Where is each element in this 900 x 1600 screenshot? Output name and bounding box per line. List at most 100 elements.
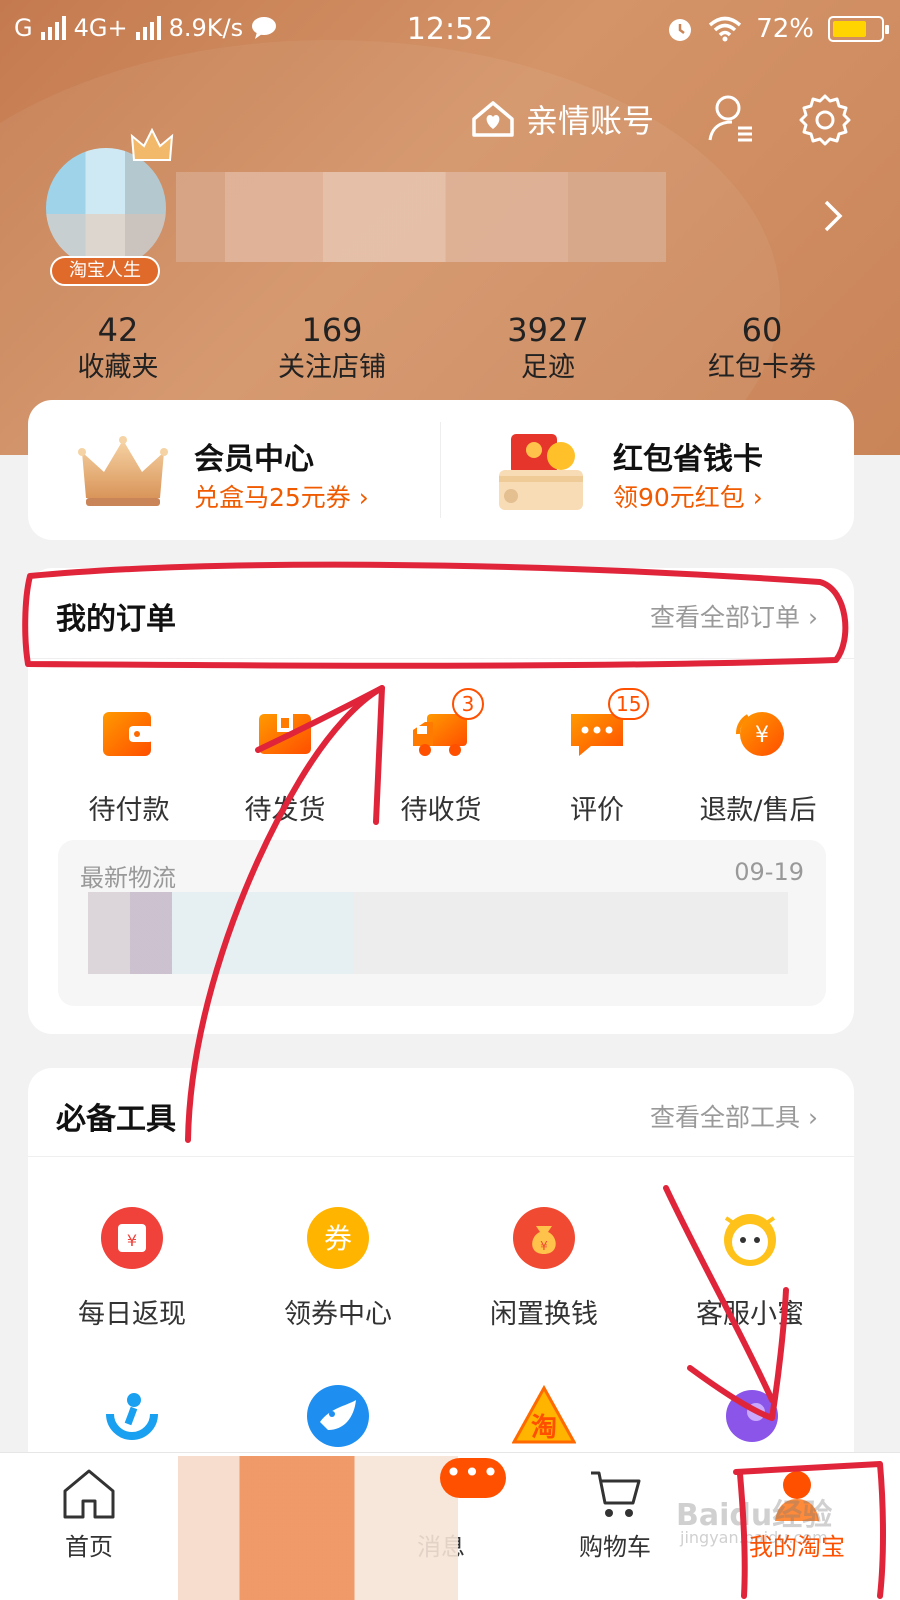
taobao-warning-icon: 淘 <box>512 1384 576 1444</box>
order-label: 待付款 <box>88 795 170 826</box>
stat-label: 收藏夹 <box>77 352 159 383</box>
money-bag-icon: ¥ <box>513 1207 575 1269</box>
order-review[interactable]: 15 评价 <box>522 688 672 826</box>
stat-coupons[interactable]: 60 红包卡券 <box>672 310 852 386</box>
order-label: 退款/售后 <box>699 795 817 826</box>
order-count-badge: 3 <box>452 688 484 720</box>
crown-icon <box>78 436 168 506</box>
tools-title: 必备工具 <box>56 1102 176 1137</box>
crown-icon <box>130 127 174 161</box>
tool-row2-item1[interactable] <box>42 1384 222 1454</box>
logistics-date: 09-19 <box>734 858 804 886</box>
redpack-card-entry[interactable]: 红包省钱卡 领90元红包 › <box>441 400 853 540</box>
orders-title: 我的订单 <box>56 602 176 637</box>
order-pending-shipment[interactable]: 待发货 <box>210 704 360 826</box>
red-envelope-wallet-icon <box>499 434 583 510</box>
view-all-orders-link[interactable]: 查看全部订单 › <box>650 598 818 634</box>
my-orders-card: 我的订单 查看全部订单 › 待付款 待发货 3 待收货 15 评价 ¥ 退款/售… <box>28 568 854 1034</box>
tool-idle-exchange[interactable]: ¥ 闲置换钱 <box>454 1206 634 1330</box>
bird-icon <box>307 1385 369 1447</box>
orders-divider <box>28 658 854 659</box>
family-account-button[interactable]: 亲情账号 <box>470 96 654 142</box>
tool-row2-item2[interactable] <box>248 1384 428 1454</box>
tool-coupon-center[interactable]: 券 领券中心 <box>248 1206 428 1330</box>
robot-assistant-icon <box>724 1214 776 1266</box>
order-label: 评价 <box>570 795 624 826</box>
order-count-badge: 15 <box>608 688 650 720</box>
tool-label: 领券中心 <box>284 1299 392 1330</box>
alarm-icon <box>669 19 692 41</box>
tool-daily-cashback[interactable]: ¥ 每日返现 <box>42 1206 222 1330</box>
stat-label: 足迹 <box>521 352 575 383</box>
wifi-icon <box>709 16 742 42</box>
family-account-label: 亲情账号 <box>526 102 655 140</box>
stat-footprints[interactable]: 3927 足迹 <box>458 310 638 386</box>
member-center-title: 会员中心 <box>194 442 314 477</box>
stat-value: 169 <box>301 311 363 349</box>
stat-value: 42 <box>97 311 139 349</box>
redpack-card-subtitle: 领90元红包 › <box>613 483 763 512</box>
essential-tools-card: 必备工具 查看全部工具 › ¥ 每日返现 券 领券中心 ¥ 闲置换钱 客服小蜜 … <box>28 1068 854 1488</box>
avatar[interactable] <box>46 148 166 268</box>
view-all-tools-link[interactable]: 查看全部工具 › <box>650 1098 818 1134</box>
tool-customer-service[interactable]: 客服小蜜 <box>660 1206 840 1330</box>
tool-label: 每日返现 <box>78 1299 186 1330</box>
username-blurred[interactable] <box>176 172 666 262</box>
tool-label: 闲置换钱 <box>490 1299 598 1330</box>
vip-level-badge[interactable]: 淘宝人生 <box>50 256 160 286</box>
tab-home-label: 首页 <box>65 1533 113 1561</box>
gear-icon <box>799 94 851 146</box>
stat-label: 红包卡券 <box>708 352 816 383</box>
calendar-yuan-icon: ¥ <box>101 1207 163 1269</box>
person-swirl-icon <box>106 1393 158 1440</box>
stat-value: 60 <box>741 311 783 349</box>
package-box-icon <box>259 714 311 754</box>
logistics-title: 最新物流 <box>80 864 176 892</box>
tool-row2-item4[interactable] <box>660 1384 840 1454</box>
order-refund-aftersale[interactable]: ¥ 退款/售后 <box>678 704 838 826</box>
tool-label: 客服小蜜 <box>696 1299 804 1330</box>
home-icon <box>63 1469 115 1519</box>
order-pending-payment[interactable]: 待付款 <box>54 704 204 826</box>
svg-text:¥: ¥ <box>755 723 769 748</box>
svg-text:券: 券 <box>324 1222 352 1255</box>
logistics-detail-blurred <box>88 892 788 974</box>
tool-row2-item3[interactable]: 淘 <box>454 1384 634 1454</box>
user-list-icon <box>708 95 752 142</box>
battery-percent: 72% <box>756 14 814 44</box>
redpack-card-title: 红包省钱卡 <box>613 442 763 477</box>
battery-fill <box>833 21 867 37</box>
message-dots-badge: ••• <box>440 1458 506 1498</box>
latest-logistics-panel[interactable]: 最新物流 09-19 <box>58 840 826 1006</box>
purple-mascot-icon <box>726 1390 778 1442</box>
family-home-icon <box>472 101 514 137</box>
coupon-icon: 券 <box>307 1207 369 1269</box>
svg-text:¥: ¥ <box>127 1231 137 1250</box>
tools-divider <box>28 1156 854 1157</box>
promo-card: 会员中心 兑盒马25元券 › 红包省钱卡 领90元红包 › <box>28 400 854 540</box>
tab-blurred-region <box>178 1456 458 1600</box>
stat-favorites[interactable]: 42 收藏夹 <box>28 310 208 386</box>
chevron-right-icon[interactable] <box>818 196 848 236</box>
tab-cart-label: 购物车 <box>579 1533 651 1561</box>
svg-text:淘: 淘 <box>531 1413 557 1443</box>
stat-label: 关注店铺 <box>278 352 386 383</box>
watermark-url: jingyan.baidu.com <box>680 1528 828 1547</box>
tab-cart[interactable]: 购物车 <box>540 1453 690 1600</box>
battery-icon <box>828 16 889 42</box>
account-switch-button[interactable] <box>706 92 760 146</box>
member-center-entry[interactable]: 会员中心 兑盒马25元券 › <box>28 400 440 540</box>
member-center-subtitle: 兑盒马25元券 › <box>194 483 369 512</box>
stat-value: 3927 <box>507 311 589 349</box>
wallet-icon <box>103 712 153 756</box>
tab-home[interactable]: 首页 <box>14 1453 164 1600</box>
order-pending-receipt[interactable]: 3 待收货 <box>366 688 516 826</box>
shopping-cart-icon <box>591 1471 641 1517</box>
order-label: 待发货 <box>244 795 326 826</box>
stat-followed-shops[interactable]: 169 关注店铺 <box>242 310 422 386</box>
refund-yuan-icon: ¥ <box>736 712 784 756</box>
status-bar: G 4G+ 8.9K/s 12:52 72% <box>0 0 900 62</box>
settings-button[interactable] <box>798 92 852 146</box>
svg-text:¥: ¥ <box>540 1239 548 1253</box>
order-label: 待收货 <box>400 795 482 826</box>
